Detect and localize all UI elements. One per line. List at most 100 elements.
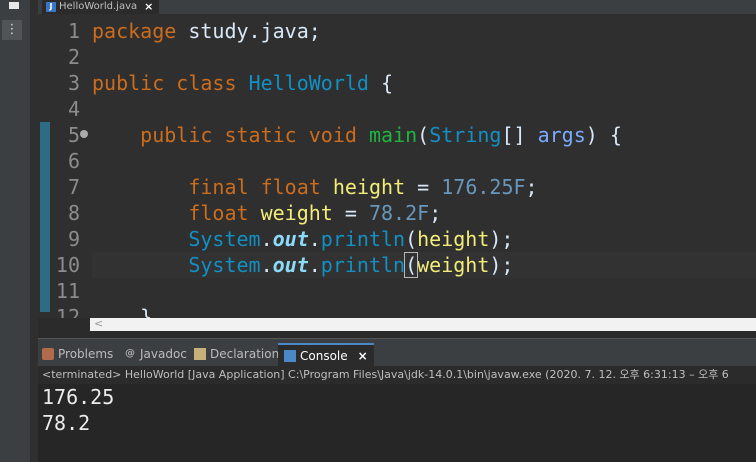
static-field: out	[272, 253, 309, 277]
static-field: out	[272, 227, 309, 251]
console-icon	[284, 350, 296, 362]
tab-helloworld-java[interactable]: J HelloWorld.java ×	[42, 0, 160, 14]
tab-label: Problems	[58, 347, 114, 361]
method-name: println	[320, 227, 406, 251]
class-name: HelloWorld	[248, 71, 369, 95]
editor-tab-bar: J HelloWorld.java ×	[38, 0, 756, 14]
parameter-name: args	[537, 123, 586, 147]
declaration-icon	[194, 348, 206, 360]
close-tab-icon[interactable]: ×	[358, 349, 368, 363]
method-name: println	[320, 253, 406, 277]
code-line-5: public static void main(String[] args) {	[92, 122, 756, 148]
code-token: );	[489, 253, 514, 277]
method-name: main	[368, 123, 418, 147]
java-file-icon: J	[46, 2, 56, 12]
keyword: public	[92, 71, 165, 95]
code-token: ;	[525, 175, 538, 199]
bottom-views-tab-bar: Problems @ Javadoc Declaration Console ×	[38, 338, 756, 367]
horizontal-scrollbar[interactable]: <	[90, 317, 756, 331]
code-line-1: package study.java;	[92, 18, 756, 44]
console-output[interactable]: 176.25 78.2	[38, 384, 756, 462]
line-number: 3	[67, 71, 80, 95]
console-output-line: 176.25	[42, 385, 115, 409]
line-number: 2	[67, 45, 80, 69]
line-number: 10	[55, 253, 80, 277]
line-number: 12	[55, 305, 80, 318]
sash	[30, 0, 38, 462]
code-token: study.java;	[176, 19, 321, 43]
variable-name: weight	[417, 253, 490, 277]
line-number: 9	[67, 227, 80, 251]
close-tab-icon[interactable]: ×	[144, 1, 153, 13]
code-token: .	[260, 227, 273, 251]
tab-label: Declaration	[210, 347, 280, 361]
line-number: 6	[67, 149, 80, 173]
code-line-12: }	[92, 304, 756, 318]
tab-console[interactable]: Console ×	[278, 343, 374, 367]
problems-icon	[42, 348, 54, 360]
tab-label: Console	[300, 349, 348, 363]
line-number: 5	[67, 123, 80, 147]
code-editor[interactable]: 1 2 3 4 5 6 7 8 9 10 11 12 package study…	[38, 14, 756, 318]
keyword: final	[188, 175, 249, 199]
code-token: ) {	[585, 123, 622, 147]
minimize-icon[interactable]	[9, 2, 19, 9]
code-line-10: System.out.println(weight);	[92, 252, 756, 278]
code-token: =	[332, 201, 369, 225]
keyword: float	[260, 175, 321, 199]
code-line-3: public class HelloWorld {	[92, 70, 756, 96]
code-token: []	[501, 123, 538, 147]
tab-label: Javadoc	[140, 347, 187, 361]
code-line-9: System.out.println(height);	[92, 226, 756, 252]
keyword: package	[92, 19, 177, 43]
keyword: float	[188, 201, 249, 225]
code-token: =	[405, 175, 442, 199]
code-token: ;	[429, 201, 442, 225]
console-status-line: <terminated> HelloWorld [Java Applicatio…	[38, 366, 756, 384]
keyword: class	[176, 71, 237, 95]
code-text[interactable]: package study.java; public class HelloWo…	[92, 18, 756, 318]
tab-declaration[interactable]: Declaration	[194, 343, 279, 365]
view-menu-icon[interactable]: ⋮	[2, 20, 22, 40]
code-token: .	[260, 253, 273, 277]
code-token: .	[308, 253, 321, 277]
fold-collapse-icon[interactable]	[80, 130, 88, 138]
variable-name: height	[332, 175, 406, 199]
code-token: (	[417, 123, 430, 147]
code-token: (	[405, 227, 418, 251]
keyword: void	[308, 123, 357, 147]
code-line-7: final float height = 176.25F;	[92, 174, 756, 200]
code-token: {	[368, 71, 394, 95]
line-number: 7	[67, 175, 80, 199]
tab-javadoc[interactable]: @ Javadoc	[124, 343, 187, 365]
line-number-ruler: 1 2 3 4 5 6 7 8 9 10 11 12	[38, 14, 90, 318]
left-trim: ⋮	[0, 0, 31, 462]
line-number: 8	[67, 201, 80, 225]
matching-bracket: (	[404, 252, 419, 278]
code-line-8: float weight = 78.2F;	[92, 200, 756, 226]
tab-problems[interactable]: Problems	[42, 343, 113, 365]
code-token: .	[308, 227, 321, 251]
tab-label: HelloWorld.java	[59, 1, 138, 12]
variable-name: weight	[260, 201, 333, 225]
class-name: String	[429, 123, 502, 147]
line-number: 4	[67, 97, 80, 121]
code-token: );	[489, 227, 514, 251]
scroll-left-icon[interactable]: <	[94, 317, 103, 330]
keyword: public	[140, 123, 213, 147]
number-literal: 176.25F	[441, 175, 526, 199]
number-literal: 78.2F	[368, 201, 430, 225]
variable-name: height	[417, 227, 490, 251]
console-output-line: 78.2	[42, 411, 91, 435]
class-name: System	[188, 227, 261, 251]
code-token: }	[140, 305, 153, 318]
javadoc-icon: @	[125, 348, 135, 359]
class-name: System	[188, 253, 261, 277]
line-number: 1	[67, 19, 80, 43]
keyword: static	[224, 123, 297, 147]
line-number: 11	[55, 279, 80, 303]
